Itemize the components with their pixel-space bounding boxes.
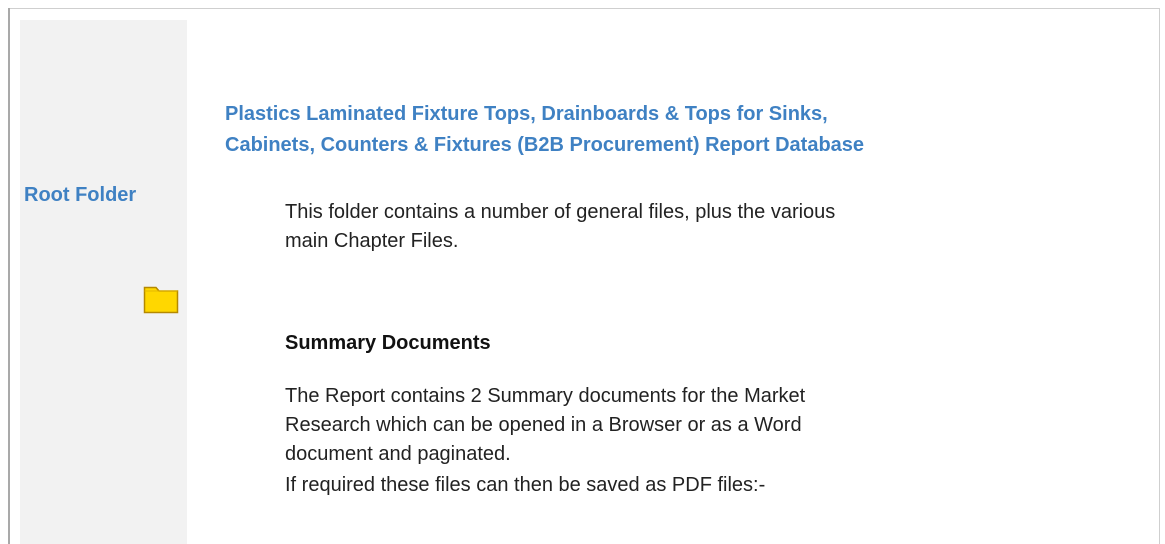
summary-paragraph: The Report contains 2 Summary documents … — [285, 382, 885, 469]
page-title-line: Plastics Laminated Fixture Tops, Drainbo… — [225, 103, 828, 126]
pdf-note: If required these files can then be save… — [285, 474, 766, 496]
page-title-line: Cabinets, Counters & Fixtures (B2B Procu… — [225, 134, 865, 157]
summary-line: document and paginated. — [285, 443, 511, 465]
sidebar: Root Folder — [20, 20, 187, 544]
sidebar-title: Root Folder — [24, 184, 137, 206]
summary-heading: Summary Documents — [285, 332, 491, 354]
page-title: Plastics Laminated Fixture Tops, Drainbo… — [225, 99, 1125, 161]
intro-line: main Chapter Files. — [285, 230, 459, 252]
main-content: Plastics Laminated Fixture Tops, Drainbo… — [225, 0, 1155, 544]
folder-icon-graphic — [143, 286, 179, 314]
summary-line: The Report contains 2 Summary documents … — [285, 385, 806, 407]
intro-line: This folder contains a number of general… — [285, 201, 836, 223]
summary-line: Research which can be opened in a Browse… — [285, 414, 802, 436]
left-border-rule — [8, 8, 10, 544]
intro-paragraph: This folder contains a number of general… — [285, 198, 885, 256]
folder-icon[interactable] — [143, 282, 179, 314]
